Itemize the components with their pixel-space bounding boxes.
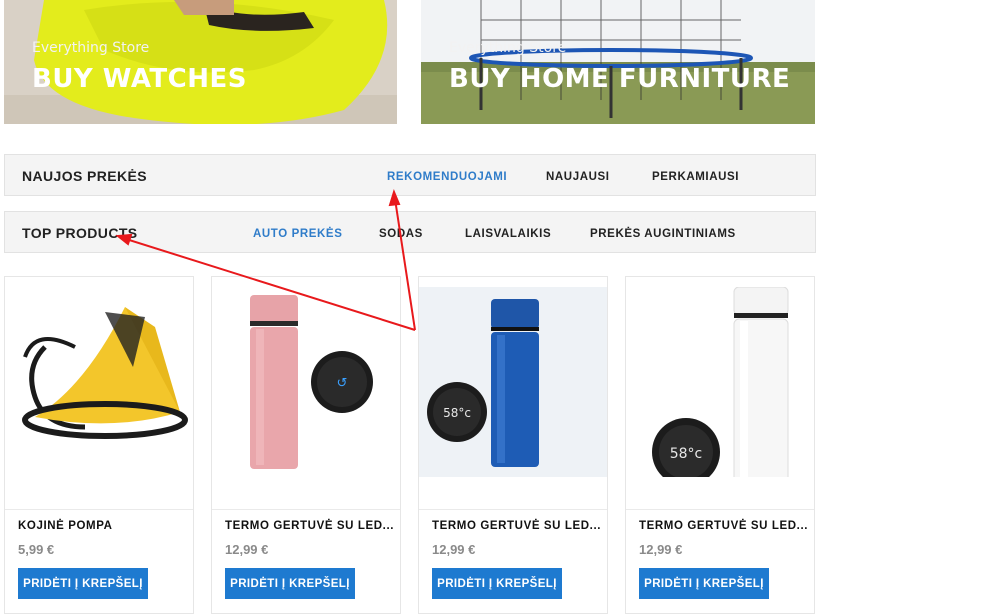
product-name[interactable]: TERMO GERTUVĖ SU LED... bbox=[225, 520, 394, 532]
card-divider bbox=[626, 509, 814, 510]
add-to-cart-button[interactable]: PRIDĖTI Į KREPŠELĮ bbox=[432, 568, 562, 599]
section-title-naujos-prekes: NAUJOS PREKĖS bbox=[22, 168, 148, 184]
tab-prekes-augintiniams[interactable]: PREKĖS AUGINTINIAMS bbox=[590, 228, 736, 240]
tab-rekomenduojami[interactable]: REKOMENDUOJAMI bbox=[387, 171, 507, 183]
banner-buy-watches[interactable]: Everything Store BUY WATCHES bbox=[4, 0, 397, 124]
add-to-cart-button[interactable]: PRIDĖTI Į KREPŠELĮ bbox=[18, 568, 148, 599]
card-divider bbox=[419, 509, 607, 510]
card-divider bbox=[212, 509, 400, 510]
product-card: ↺ TERMO GERTUVĖ SU LED... 12,99 € PRIDĖT… bbox=[211, 276, 401, 614]
tab-auto-prekes[interactable]: AUTO PREKĖS bbox=[253, 228, 342, 240]
new-products-tab-bar: NAUJOS PREKĖS REKOMENDUOJAMI NAUJAUSI PE… bbox=[4, 154, 816, 196]
product-card: 58°c TERMO GERTUVĖ SU LED... 12,99 € PRI… bbox=[625, 276, 815, 614]
svg-text:↺: ↺ bbox=[337, 376, 348, 391]
product-price: 12,99 € bbox=[432, 542, 476, 557]
product-image-foot-pump[interactable] bbox=[5, 287, 193, 477]
add-to-cart-button[interactable]: PRIDĖTI Į KREPŠELĮ bbox=[639, 568, 769, 599]
tab-sodas[interactable]: SODAS bbox=[379, 228, 423, 240]
add-to-cart-button[interactable]: PRIDĖTI Į KREPŠELĮ bbox=[225, 568, 355, 599]
product-name[interactable]: TERMO GERTUVĖ SU LED... bbox=[432, 520, 601, 532]
product-price: 12,99 € bbox=[225, 542, 269, 557]
banner-title: BUY HOME FURNITURE bbox=[449, 64, 791, 94]
tab-perkamiausi[interactable]: PERKAMIAUSI bbox=[652, 171, 739, 183]
banner-watches-image bbox=[4, 0, 397, 124]
svg-text:58°c: 58°c bbox=[670, 446, 703, 462]
product-card: KOJINĖ POMPA 5,99 € PRIDĖTI Į KREPŠELĮ bbox=[4, 276, 194, 614]
product-image-pink-bottle[interactable]: ↺ bbox=[212, 287, 400, 477]
svg-text:58°c: 58°c bbox=[443, 406, 471, 420]
banner-furniture-image bbox=[421, 0, 815, 124]
banner-title: BUY WATCHES bbox=[32, 64, 247, 94]
tab-naujausi[interactable]: NAUJAUSI bbox=[546, 171, 610, 183]
banner-subtitle: Everything Store bbox=[449, 40, 567, 56]
product-card: 58°c TERMO GERTUVĖ SU LED... 12,99 € PRI… bbox=[418, 276, 608, 614]
product-price: 5,99 € bbox=[18, 542, 55, 557]
card-divider bbox=[5, 509, 193, 510]
product-price: 12,99 € bbox=[639, 542, 683, 557]
product-name[interactable]: KOJINĖ POMPA bbox=[18, 520, 113, 532]
product-image-white-bottle[interactable]: 58°c bbox=[626, 287, 814, 477]
top-products-tab-bar: TOP PRODUCTS AUTO PREKĖS SODAS LAISVALAI… bbox=[4, 211, 816, 253]
section-title-top-products: TOP PRODUCTS bbox=[22, 225, 138, 241]
banner-subtitle: Everything Store bbox=[32, 40, 150, 56]
banner-buy-home-furniture[interactable]: Everything Store BUY HOME FURNITURE bbox=[421, 0, 815, 124]
product-name[interactable]: TERMO GERTUVĖ SU LED... bbox=[639, 520, 808, 532]
product-image-blue-bottle[interactable]: 58°c bbox=[419, 287, 607, 477]
tab-laisvalaikis[interactable]: LAISVALAIKIS bbox=[465, 228, 551, 240]
